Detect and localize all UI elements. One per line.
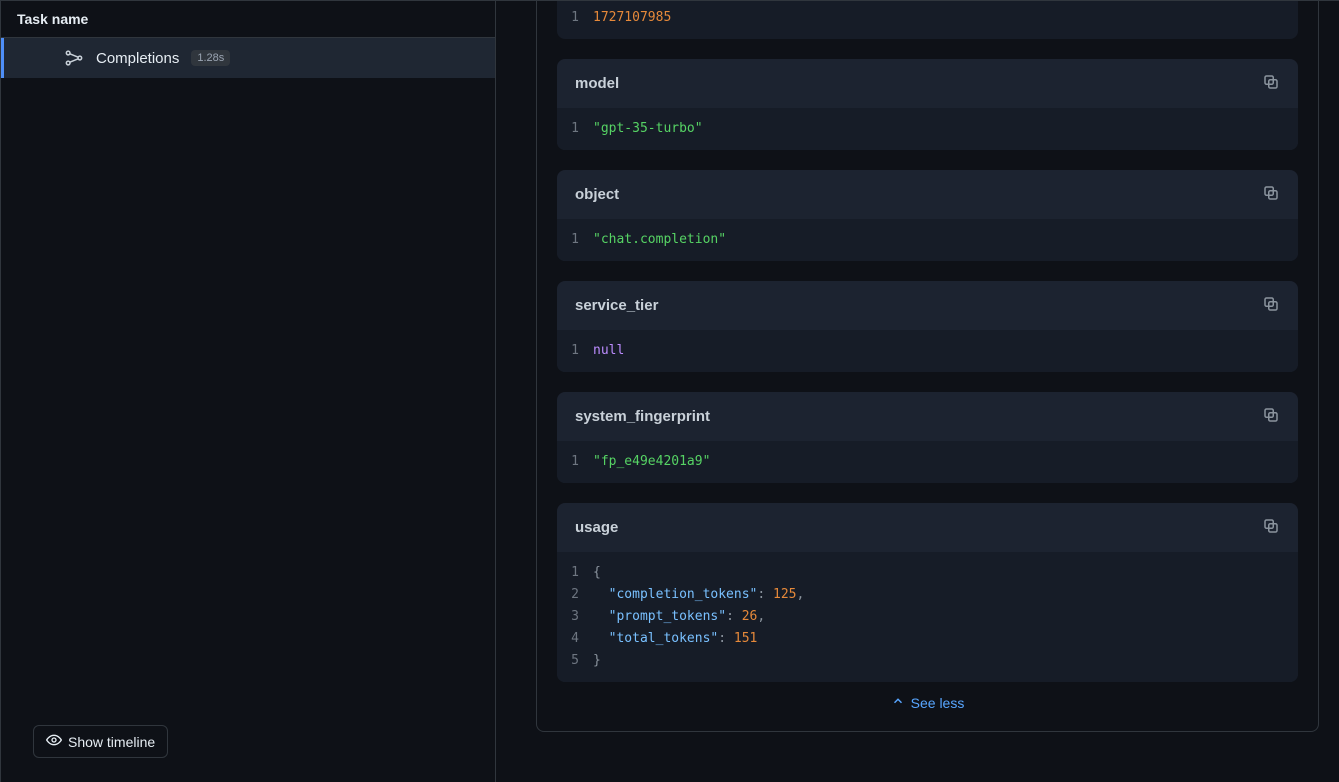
card-title: service_tier bbox=[575, 297, 658, 314]
top-code-snippet: 1 1727107985 bbox=[557, 1, 1298, 39]
main-panel[interactable]: 1 1727107985 model 1 "gpt-35-tu bbox=[496, 1, 1339, 782]
task-item-completions[interactable]: Completions 1.28s bbox=[1, 38, 495, 78]
line-number: 1 bbox=[557, 340, 593, 362]
copy-button[interactable] bbox=[1262, 73, 1280, 94]
code-block: 1 "gpt-35-turbo" bbox=[557, 108, 1298, 150]
task-duration-badge: 1.28s bbox=[191, 50, 230, 66]
card-model: model 1 "gpt-35-turbo" bbox=[557, 59, 1298, 150]
see-less-toggle[interactable]: See less bbox=[557, 682, 1298, 711]
copy-button[interactable] bbox=[1262, 184, 1280, 205]
code-value: "fp_e49e4201a9" bbox=[593, 451, 710, 473]
copy-icon bbox=[1262, 184, 1280, 205]
line-number: 3 bbox=[557, 606, 593, 628]
line-number: 1 bbox=[557, 451, 593, 473]
card-title: model bbox=[575, 75, 619, 92]
code-value: "gpt-35-turbo" bbox=[593, 118, 703, 140]
show-timeline-label: Show timeline bbox=[68, 734, 155, 750]
colon: : bbox=[718, 631, 734, 646]
code-value: "chat.completion" bbox=[593, 229, 726, 251]
task-list: Completions 1.28s bbox=[1, 38, 495, 709]
card-service-tier: service_tier 1 null bbox=[557, 281, 1298, 372]
line-number: 5 bbox=[557, 650, 593, 672]
code-value: null bbox=[593, 340, 624, 362]
code-block: 1 "chat.completion" bbox=[557, 219, 1298, 261]
code-block: 1 null bbox=[557, 330, 1298, 372]
card-title: usage bbox=[575, 519, 618, 536]
line-number: 1 bbox=[557, 7, 593, 29]
comma: , bbox=[757, 609, 765, 624]
json-value: 151 bbox=[734, 631, 757, 646]
task-item-label: Completions bbox=[96, 50, 179, 67]
copy-button[interactable] bbox=[1262, 517, 1280, 538]
copy-icon bbox=[1262, 73, 1280, 94]
show-timeline-button[interactable]: Show timeline bbox=[33, 725, 168, 758]
eye-icon bbox=[46, 732, 62, 751]
brace-close: } bbox=[593, 653, 601, 668]
json-key: "total_tokens" bbox=[609, 631, 719, 646]
line-number: 1 bbox=[557, 229, 593, 251]
comma: , bbox=[797, 587, 805, 602]
copy-icon bbox=[1262, 406, 1280, 427]
chevron-up-icon bbox=[891, 694, 905, 711]
json-value: 125 bbox=[773, 587, 796, 602]
sidebar-header: Task name bbox=[1, 1, 495, 38]
copy-icon bbox=[1262, 517, 1280, 538]
graph-icon bbox=[64, 48, 84, 68]
sidebar: Task name Completions 1.28s bbox=[1, 1, 496, 782]
line-number: 2 bbox=[557, 584, 593, 606]
code-block: 1 { 2 "completion_tokens": 125, 3 "promp… bbox=[557, 552, 1298, 682]
see-less-label: See less bbox=[911, 695, 965, 711]
json-key: "completion_tokens" bbox=[609, 587, 758, 602]
sidebar-footer: Show timeline bbox=[1, 709, 495, 782]
line-number: 1 bbox=[557, 562, 593, 584]
card-title: system_fingerprint bbox=[575, 408, 710, 425]
details-panel: 1 1727107985 model 1 "gpt-35-tu bbox=[536, 1, 1319, 732]
json-key: "prompt_tokens" bbox=[609, 609, 726, 624]
card-object: object 1 "chat.completion" bbox=[557, 170, 1298, 261]
line-number: 1 bbox=[557, 118, 593, 140]
card-usage: usage 1 { 2 "completion_tokens": 125 bbox=[557, 503, 1298, 682]
copy-button[interactable] bbox=[1262, 295, 1280, 316]
card-system-fingerprint: system_fingerprint 1 "fp_e49e4201a9" bbox=[557, 392, 1298, 483]
code-block: 1 "fp_e49e4201a9" bbox=[557, 441, 1298, 483]
colon: : bbox=[757, 587, 773, 602]
copy-button[interactable] bbox=[1262, 406, 1280, 427]
copy-icon bbox=[1262, 295, 1280, 316]
colon: : bbox=[726, 609, 742, 624]
line-number: 4 bbox=[557, 628, 593, 650]
brace-open: { bbox=[593, 565, 601, 580]
json-value: 26 bbox=[742, 609, 758, 624]
card-title: object bbox=[575, 186, 619, 203]
code-value: 1727107985 bbox=[593, 7, 671, 29]
